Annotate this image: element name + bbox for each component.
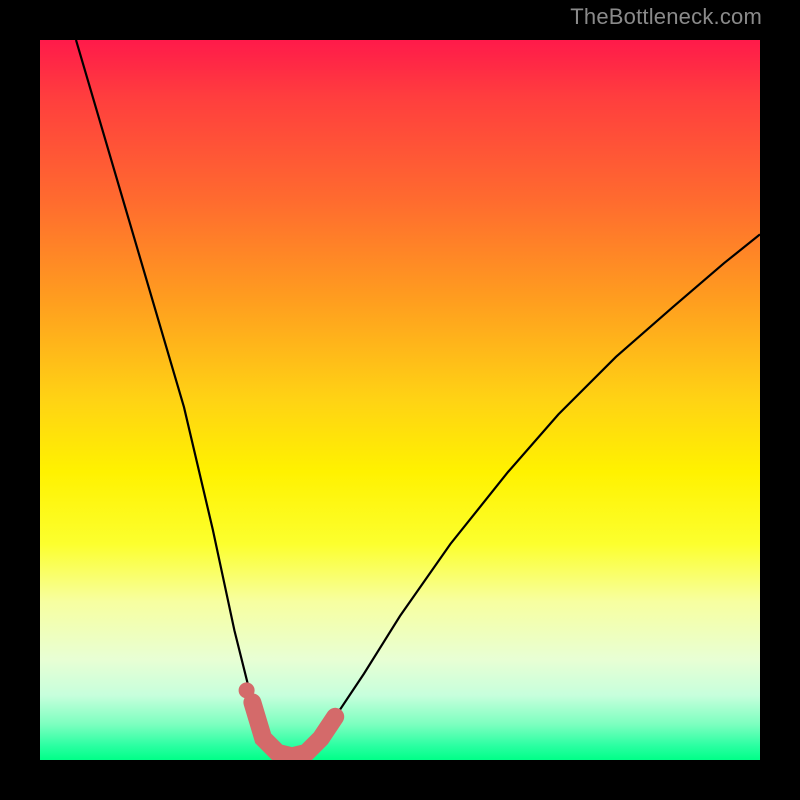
bottleneck-curve [76, 40, 760, 756]
plot-area [40, 40, 760, 760]
curve-svg [40, 40, 760, 760]
chart-frame: TheBottleneck.com [0, 0, 800, 800]
highlight-bottom [252, 702, 335, 756]
watermark-text: TheBottleneck.com [570, 4, 762, 30]
highlight-dot [239, 682, 255, 698]
